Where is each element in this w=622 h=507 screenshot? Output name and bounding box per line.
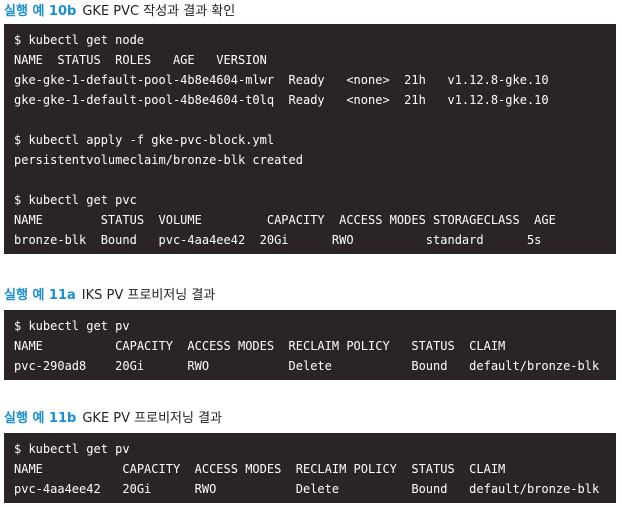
terminal-line: persistentvolumeclaim/bronze-blk created <box>14 153 303 167</box>
example-caption-11b: 실행 예 11b GKE PV 프로비저닝 결과 <box>4 411 222 427</box>
terminal-line: $ kubectl get pvc <box>14 193 137 207</box>
example-title: GKE PV 프로비저닝 결과 <box>82 411 223 426</box>
terminal-block-10b: $ kubectl get node NAME STATUS ROLES AGE… <box>4 24 616 254</box>
terminal-line: $ kubectl get pv <box>14 442 130 456</box>
example-label: 실행 예 10b <box>4 4 77 19</box>
example-title: GKE PVC 작성과 결과 확인 <box>82 4 236 19</box>
terminal-block-11b: $ kubectl get pv NAME CAPACITY ACCESS MO… <box>4 433 616 503</box>
terminal-line: NAME STATUS VOLUME CAPACITY ACCESS MODES… <box>14 213 556 227</box>
terminal-line: gke-gke-1-default-pool-4b8e4604-mlwr Rea… <box>14 73 549 87</box>
terminal-line: NAME CAPACITY ACCESS MODES RECLAIM POLIC… <box>14 462 506 476</box>
terminal-line: $ kubectl get pv <box>14 319 130 333</box>
terminal-line: $ kubectl get node <box>14 33 145 47</box>
example-title: IKS PV 프로비저닝 결과 <box>81 288 216 303</box>
example-label: 실행 예 11a <box>4 288 76 303</box>
terminal-line: pvc-4aa4ee42 20Gi RWO Delete Bound defau… <box>14 482 600 496</box>
terminal-line: pvc-290ad8 20Gi RWO Delete Bound default… <box>14 359 600 373</box>
terminal-line: $ kubectl apply -f gke-pvc-block.yml <box>14 133 275 147</box>
example-label: 실행 예 11b <box>4 411 77 426</box>
terminal-line: NAME CAPACITY ACCESS MODES RECLAIM POLIC… <box>14 339 506 353</box>
example-caption-10b: 실행 예 10b GKE PVC 작성과 결과 확인 <box>4 4 235 20</box>
terminal-line: bronze-blk Bound pvc-4aa4ee42 20Gi RWO s… <box>14 233 542 247</box>
example-caption-11a: 실행 예 11a IKS PV 프로비저닝 결과 <box>4 288 215 304</box>
terminal-block-11a: $ kubectl get pv NAME CAPACITY ACCESS MO… <box>4 310 616 380</box>
terminal-line: NAME STATUS ROLES AGE VERSION <box>14 53 267 67</box>
terminal-line: gke-gke-1-default-pool-4b8e4604-t0lq Rea… <box>14 93 549 107</box>
